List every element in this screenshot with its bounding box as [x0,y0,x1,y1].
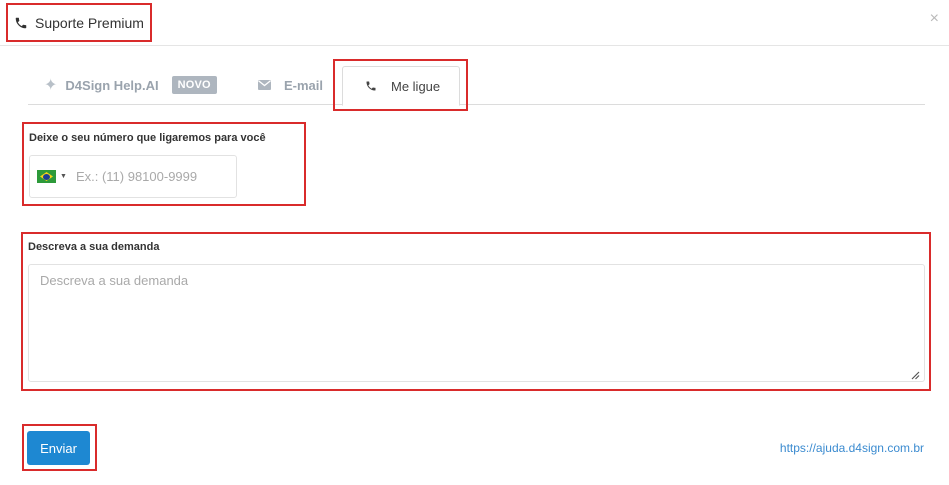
tab-help-ai[interactable]: ✦ D4Sign Help.AI NOVO [44,66,217,104]
phone-field: ▼ [29,155,237,198]
description-textarea[interactable] [28,264,925,382]
tab-email-label: E-mail [284,77,324,93]
tab-call-me-label: Me ligue [391,78,441,94]
send-button[interactable]: Enviar [27,431,90,465]
brazil-flag-icon[interactable] [37,170,56,183]
new-badge: NOVO [171,76,217,94]
modal-header: Suporte Premium × [0,0,949,46]
support-tabs: ✦ D4Sign Help.AI NOVO E-mail [28,58,925,105]
help-center-link[interactable]: https://ajuda.d4sign.com.br [780,441,924,455]
phone-icon [365,80,377,92]
tab-help-ai-label: D4Sign Help.AI [65,77,159,93]
chevron-down-icon[interactable]: ▼ [60,173,67,180]
phone-icon [14,16,28,30]
tab-call-me[interactable]: Me ligue [342,66,460,106]
modal-title-text: Suporte Premium [35,14,144,31]
description-section: Descreva a sua demanda [21,232,931,391]
envelope-icon [258,80,271,90]
sparkle-icon: ✦ [44,77,58,94]
close-icon[interactable]: × [930,11,939,27]
description-label: Descreva a sua demanda [28,241,160,253]
phone-label: Deixe o seu número que ligaremos para vo… [29,132,266,144]
modal-title: Suporte Premium [6,3,152,42]
phone-section: Deixe o seu número que ligaremos para vo… [22,122,306,206]
resize-handle-icon[interactable] [911,371,920,380]
tab-email[interactable]: E-mail [258,66,323,104]
phone-input[interactable] [75,169,216,184]
